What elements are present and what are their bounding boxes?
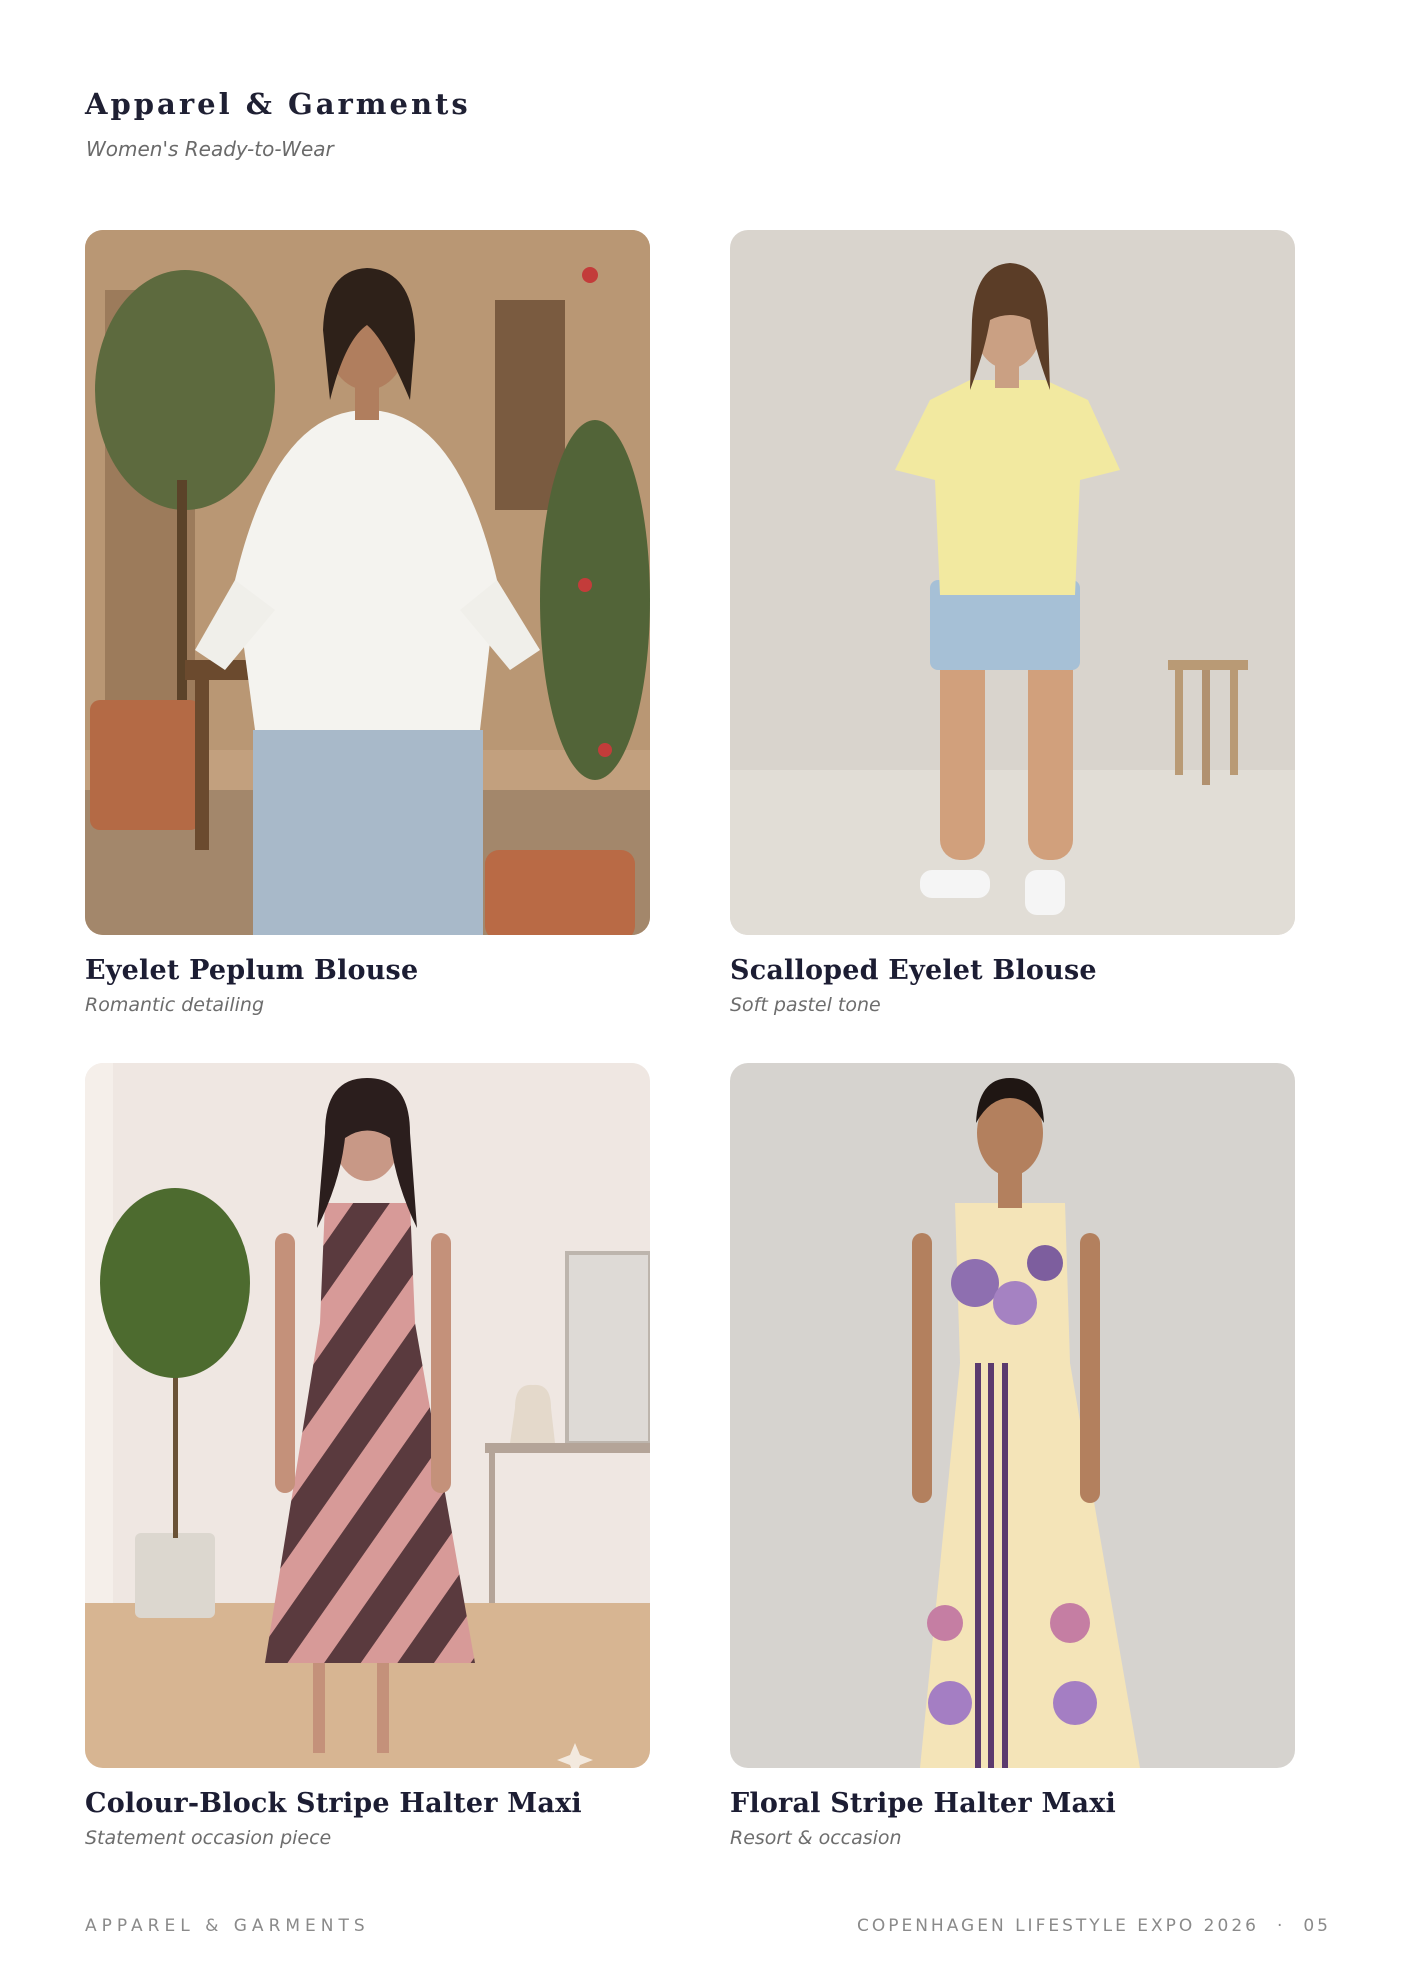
product-photo[interactable]	[730, 1063, 1295, 1768]
footer-event-info: COPENHAGEN LIFESTYLE EXPO 2026 · 05	[857, 1916, 1331, 1936]
page-title: Apparel & Garments	[85, 87, 471, 121]
product-photo[interactable]	[85, 230, 650, 935]
product-name: Scalloped Eyelet Blouse	[730, 955, 1097, 986]
product-card-colour-block-stripe-halter-maxi[interactable]: Colour-Block Stripe Halter Maxi Statemen…	[85, 1063, 650, 1849]
product-photo[interactable]	[85, 1063, 650, 1768]
product-name: Colour-Block Stripe Halter Maxi	[85, 1788, 582, 1819]
product-name: Floral Stripe Halter Maxi	[730, 1788, 1116, 1819]
product-tagline: Resort & occasion	[730, 1827, 902, 1849]
footer-section-label: APPAREL & GARMENTS	[85, 1916, 370, 1936]
footer-event-name: COPENHAGEN LIFESTYLE EXPO 2026	[856, 1916, 1259, 1936]
product-tagline: Statement occasion piece	[85, 1827, 332, 1849]
page-number: 05	[1303, 1916, 1331, 1936]
product-card-eyelet-peplum-blouse[interactable]: Eyelet Peplum Blouse Romantic detailing	[85, 230, 650, 1016]
product-tagline: Soft pastel tone	[730, 994, 881, 1016]
page-subtitle: Women's Ready-to-Wear	[86, 137, 334, 161]
product-card-scalloped-eyelet-blouse[interactable]: Scalloped Eyelet Blouse Soft pastel tone	[730, 230, 1295, 1016]
product-name: Eyelet Peplum Blouse	[85, 955, 419, 986]
footer-separator: ·	[1276, 1916, 1286, 1936]
product-card-floral-stripe-halter-maxi[interactable]: Floral Stripe Halter Maxi Resort & occas…	[730, 1063, 1295, 1849]
catalog-page: Apparel & Garments Women's Ready-to-Wear	[0, 0, 1404, 1987]
product-photo[interactable]	[730, 230, 1295, 935]
product-tagline: Romantic detailing	[85, 994, 265, 1016]
